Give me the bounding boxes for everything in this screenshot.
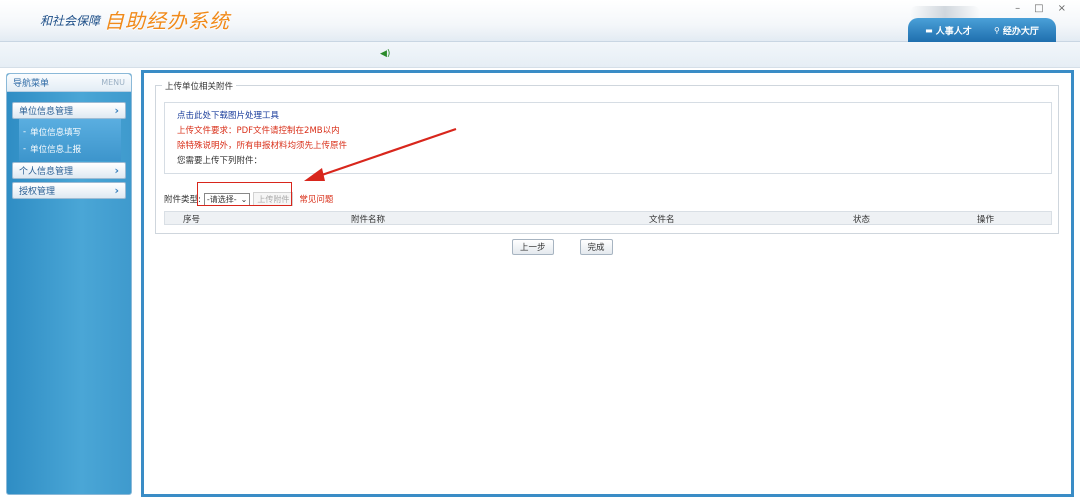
column-index: 序号	[183, 215, 201, 225]
minimize-icon[interactable]: –	[1015, 3, 1020, 14]
header-tab-hr[interactable]: ▬ 人事人才	[925, 24, 972, 37]
upload-note: 除特殊说明外，所有申报材料均须先上传原件	[177, 141, 348, 151]
sidebar-group-unit-info[interactable]: 单位信息管理 ›	[12, 102, 126, 119]
sidebar-title: 导航菜单	[13, 79, 50, 89]
chevron-right-icon: ›	[114, 164, 119, 177]
app-header: 和社会保障 自助经办系统 – □ × ▬ 人事人才 ⚲ 经办大厅	[0, 0, 1080, 42]
chevron-right-icon: ›	[114, 184, 119, 197]
attachment-table-header: 序号 附件名称 文件名 状态 操作	[164, 211, 1052, 225]
upload-fieldset: 上传单位相关附件 点击此处下载图片处理工具 上传文件要求：PDF文件请控制在2M…	[155, 80, 1059, 234]
toolbar-strip: ◀)	[0, 42, 1080, 68]
sidebar-item-unit-fill[interactable]: 单位信息填写	[23, 123, 121, 140]
close-icon[interactable]: ×	[1058, 3, 1066, 14]
info-box: 点击此处下载图片处理工具 上传文件要求：PDF文件请控制在2MB以内 除特殊说明…	[164, 102, 1052, 174]
sidebar-group-personal-info[interactable]: 个人信息管理 ›	[12, 162, 126, 179]
download-tool-link[interactable]: 点击此处下载图片处理工具	[177, 109, 1039, 124]
sidebar-title-en: MENU	[101, 78, 125, 87]
person-icon: ▬	[925, 25, 933, 35]
sidebar-group-label: 个人信息管理	[19, 167, 74, 177]
action-buttons: 上一步 完成	[512, 239, 613, 255]
sidebar-group-authorization[interactable]: 授权管理 ›	[12, 182, 126, 199]
main-panel: 上传单位相关附件 点击此处下载图片处理工具 上传文件要求：PDF文件请控制在2M…	[141, 70, 1074, 497]
upload-prompt: 您需要上传下列附件：	[177, 156, 263, 166]
header-tabs: ▬ 人事人才 ⚲ 经办大厅	[908, 18, 1056, 42]
sidebar-header: 导航菜单 MENU	[7, 74, 131, 92]
sidebar-group-label: 授权管理	[19, 187, 56, 197]
column-file-name: 文件名	[649, 215, 675, 225]
column-actions: 操作	[977, 215, 995, 225]
maximize-icon[interactable]: □	[1034, 3, 1043, 14]
annotation-highlight-box	[197, 182, 292, 206]
fieldset-legend: 上传单位相关附件	[162, 80, 237, 92]
brand-title: 自助经办系统	[104, 9, 230, 33]
window-controls: – □ ×	[1015, 3, 1066, 14]
column-attachment-name: 附件名称	[351, 215, 386, 225]
finish-button[interactable]: 完成	[579, 239, 613, 255]
attachment-type-label: 附件类型:	[164, 195, 201, 205]
sidebar-item-unit-report[interactable]: 单位信息上报	[23, 140, 121, 157]
prev-step-button[interactable]: 上一步	[512, 239, 554, 255]
upload-requirement: 上传文件要求：PDF文件请控制在2MB以内	[177, 126, 340, 136]
chevron-right-icon: ›	[114, 104, 119, 117]
sidebar: 导航菜单 MENU 单位信息管理 › 单位信息填写 单位信息上报 个人信息管理 …	[6, 73, 132, 495]
sidebar-submenu: 单位信息填写 单位信息上报	[19, 119, 121, 161]
header-tab-hall[interactable]: ⚲ 经办大厅	[994, 24, 1039, 37]
faq-link[interactable]: 常见问题	[299, 193, 333, 205]
speaker-icon[interactable]: ◀)	[380, 49, 390, 59]
hall-icon: ⚲	[993, 25, 1000, 35]
brand-subtitle: 和社会保障	[40, 14, 101, 28]
sidebar-group-label: 单位信息管理	[19, 107, 74, 117]
column-status: 状态	[853, 215, 871, 225]
